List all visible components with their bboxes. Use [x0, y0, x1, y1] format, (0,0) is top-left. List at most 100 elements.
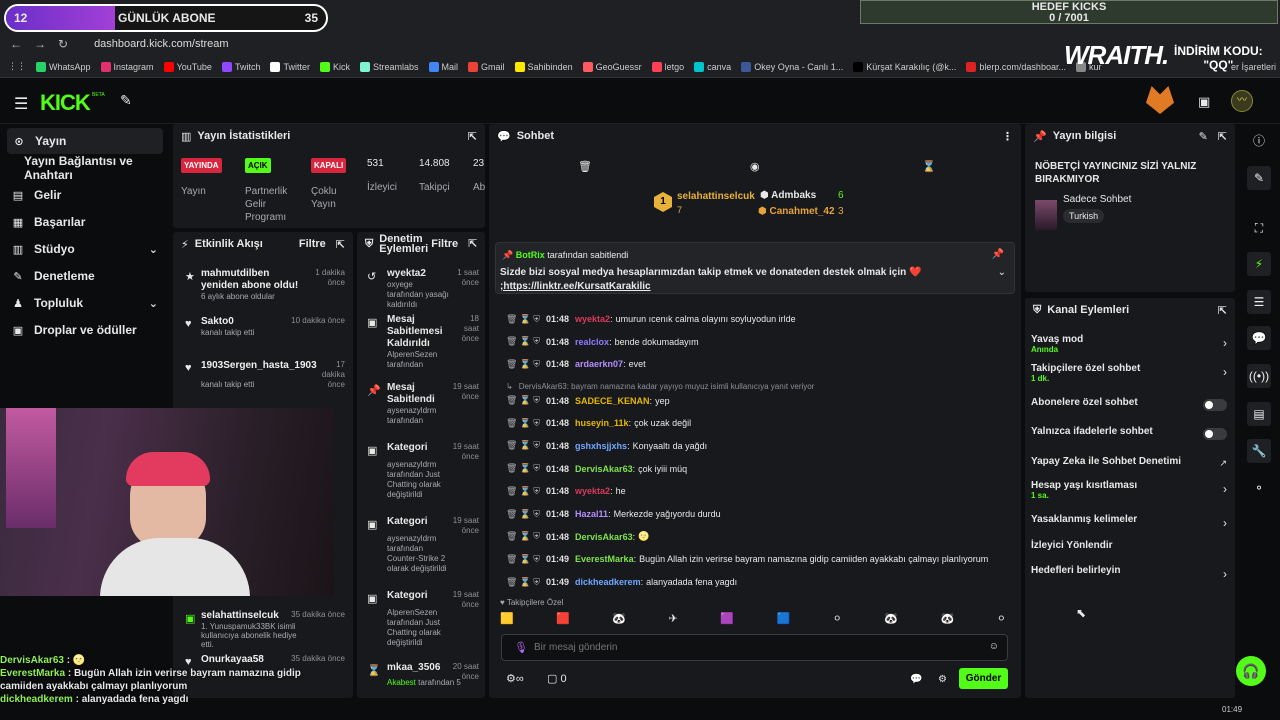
message-username[interactable]: gshxhsjjxhs [575, 441, 627, 451]
action-slow-mode[interactable]: Yavaş mod Anında › [1031, 334, 1227, 354]
chat-message[interactable]: 🗑 ⌛ ⛨ 01:48 wyekta2: he [506, 484, 626, 498]
emote-icon[interactable]: 🟥 [556, 612, 570, 628]
pinned-link[interactable]: ;https://linktr.ee/KursatKarakilic [500, 281, 651, 292]
emote-icon[interactable]: 🐼 [612, 612, 626, 628]
message-username[interactable]: realclox [575, 337, 609, 347]
sub-chat-toggle[interactable] [1203, 399, 1227, 411]
bag-icon[interactable]: ▣ [1198, 94, 1210, 110]
filter-button[interactable]: Filtre [299, 238, 326, 250]
bookmark-item[interactable]: YouTube [163, 61, 212, 72]
bookmark-item[interactable]: Streamlabs [359, 61, 419, 72]
list-icon[interactable]: ☰ [1247, 290, 1271, 314]
bookmark-item[interactable]: Kick [319, 61, 350, 72]
emote-icon[interactable]: ⚪ [997, 612, 1006, 628]
shield-icon[interactable]: ⛨ [533, 336, 540, 347]
timeout-icon[interactable]: ⌛ [520, 577, 531, 588]
action-ai-moderation[interactable]: Yapay Zeka ile Sohbet Denetimi ↗ [1031, 456, 1227, 468]
bookmark-item[interactable]: blerp.com/dashboar... [966, 61, 1066, 72]
shield-icon[interactable]: ⛨ [533, 395, 540, 406]
message-username[interactable]: DervisAkar63 [575, 532, 633, 542]
trash-icon[interactable]: 🗑 [506, 395, 517, 406]
emote-icon[interactable]: 🐼 [884, 612, 898, 628]
trash-icon[interactable]: 🗑 [506, 336, 517, 347]
sidebar-item-droplar[interactable]: ▣ Droplar ve ödüller [0, 317, 170, 343]
message-username[interactable]: Hazal11 [575, 509, 608, 519]
timeout-icon[interactable]: ⌛ [520, 336, 531, 347]
apps-icon[interactable]: ⋮⋮ [8, 61, 26, 72]
leader-name[interactable]: selahattinselcuk [677, 191, 755, 202]
action-goals[interactable]: Hedefleri belirleyin › [1031, 565, 1227, 581]
send-button[interactable]: Gönder [959, 668, 1008, 689]
sidebar-item-topluluk[interactable]: ♟ Topluluk ⌄ [0, 290, 170, 316]
action-account-age[interactable]: Hesap yaşı kısıtlaması 1 sa. › [1031, 480, 1227, 500]
chat-message[interactable]: 🗑 ⌛ ⛨ 01:48 ardaerkn07: evet [506, 357, 646, 371]
trash-icon[interactable]: 🗑 [506, 554, 517, 565]
message-username[interactable]: SADECE_KENAN [575, 396, 650, 406]
action-raid[interactable]: İzleyici Yönlendir [1031, 540, 1227, 551]
pinned-by[interactable]: BotRix [516, 250, 545, 260]
chat-settings-icon[interactable]: 💬 [910, 674, 922, 685]
shield-icon[interactable]: ⛨ [533, 440, 540, 451]
trash-icon[interactable]: 🗑 [506, 577, 517, 588]
chat-bubble-icon[interactable]: ◉ [750, 160, 760, 173]
message-username[interactable]: wyekta2 [575, 314, 610, 324]
trash-icon[interactable]: 🗑 [506, 486, 517, 497]
shield-icon[interactable]: ⛨ [533, 486, 540, 497]
kick-logo[interactable]: KICK [40, 90, 91, 116]
shield-icon[interactable]: ⛨ [533, 463, 540, 474]
timeout-icon[interactable]: ⌛ [520, 418, 531, 429]
action-emote-chat[interactable]: Yalnızca ifadelerle sohbet [1031, 426, 1227, 440]
chat-message[interactable]: 🗑 ⌛ ⛨ 01:48 huseyin_11k: çok uzak değil [506, 416, 691, 430]
bookmark-item[interactable]: Twitter [270, 61, 310, 72]
info-icon[interactable]: ⓘ [1247, 128, 1271, 152]
sidebar-item-studyo[interactable]: ▥ Stüdyo ⌄ [0, 236, 170, 262]
pin-tool-icon[interactable]: ✎ [120, 92, 132, 109]
shield-icon[interactable]: ⛨ [533, 531, 540, 542]
chat-message[interactable]: 🗑 ⌛ ⛨ 01:48 wyekta2: umurun ıcenık calma olay… [506, 312, 796, 326]
timeout-icon[interactable]: ⌛ [520, 509, 531, 520]
bookmark-item[interactable]: letgo [651, 61, 684, 72]
timeout-icon[interactable]: ⌛ [520, 486, 531, 497]
message-username[interactable]: ardaerkn07 [575, 359, 623, 369]
sidebar-item-stream-key[interactable]: Yayın Bağlantısı ve Anahtarı [0, 154, 170, 182]
trash-icon[interactable]: 🗑 [506, 440, 517, 451]
chat-input[interactable] [534, 638, 974, 657]
popout-icon[interactable]: ⇱ [1218, 304, 1227, 317]
stream-category[interactable]: Sadece Sohbet [1063, 194, 1131, 205]
emote-icon[interactable]: ⚪ [833, 612, 842, 628]
shield-icon[interactable]: ⛨ [533, 554, 540, 565]
emote-icon[interactable]: 🐼 [941, 612, 955, 628]
share-icon[interactable]: ⚬ [1247, 476, 1271, 500]
chat-message[interactable]: 🗑 ⌛ ⛨ 01:49 EverestMarka: Bugün Allah izin ve… [506, 552, 988, 566]
timeout-icon[interactable]: ⌛ [520, 440, 531, 451]
timeout-icon[interactable]: ⌛ [520, 395, 531, 406]
popout-icon[interactable]: ⇱ [1218, 130, 1227, 143]
menu-icon[interactable]: ☰ [14, 94, 28, 114]
sidebar-item-yayin[interactable]: ⊙ Yayın [7, 128, 163, 154]
emoji-icon[interactable]: ☺ [989, 641, 999, 652]
bookmark-item[interactable]: Okey Oyna - Canlı 1... [741, 61, 843, 72]
popout-icon[interactable]: ⇱ [468, 130, 477, 143]
trash-icon[interactable]: 🗑 [506, 463, 517, 474]
chat-message[interactable]: 🗑 ⌛ ⛨ 01:48 Hazal11: Merkezde yağıyordu durdu [506, 507, 721, 521]
bookmark-item[interactable]: Sahibinden [514, 61, 573, 72]
action-sub-chat[interactable]: Abonelere özel sohbet [1031, 397, 1227, 411]
shield-icon[interactable]: ⛨ [533, 509, 540, 520]
emote-icon[interactable]: 🟦 [776, 612, 790, 628]
shield-icon[interactable]: ⛨ [533, 314, 540, 325]
trash-icon[interactable]: 🗑 [506, 418, 517, 429]
chevron-down-icon[interactable]: ⌄ [998, 267, 1006, 278]
bookmark-item[interactable]: Gmail [468, 61, 505, 72]
hourglass-icon[interactable]: ⌛ [922, 160, 936, 173]
points-icon[interactable]: ⚙∞ [506, 672, 524, 685]
support-icon[interactable]: 🎧 [1236, 656, 1266, 686]
bookmark-item[interactable]: Mail [428, 61, 458, 72]
mic-icon[interactable]: 🎙 [514, 641, 528, 654]
message-username[interactable]: dickheadkerem [575, 577, 641, 587]
trash-icon[interactable]: 🗑 [578, 160, 592, 173]
bookmark-item[interactable]: WhatsApp [36, 61, 91, 72]
bookmark-item[interactable]: Instagram [100, 61, 154, 72]
leader-name[interactable]: Canahmet_42 [770, 206, 835, 217]
more-icon[interactable]: ⋮ [1002, 130, 1013, 143]
pin-toggle-icon[interactable]: 📌 [992, 249, 1004, 260]
